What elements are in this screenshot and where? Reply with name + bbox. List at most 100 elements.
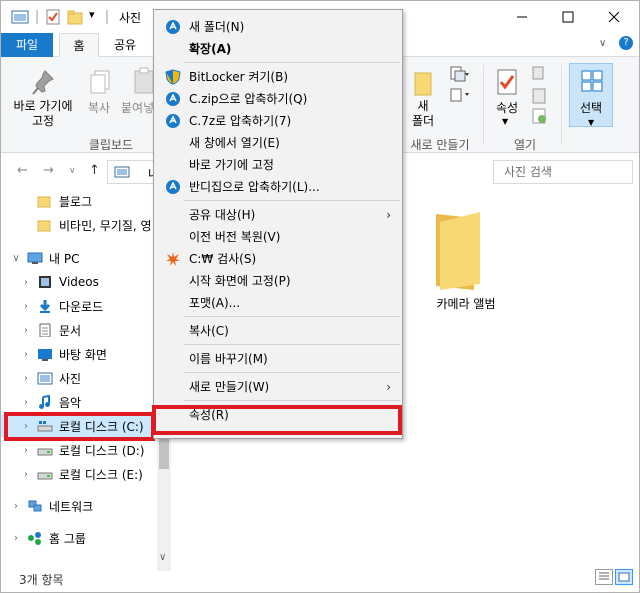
menu-item-label: 공유 대상(H) <box>189 208 256 222</box>
context-menu-item[interactable]: 복사(C) <box>155 320 401 342</box>
menu-item-label: 포맷(A)... <box>189 296 241 310</box>
menu-item-label: 새 창에서 열기(E) <box>189 136 280 150</box>
context-menu-item[interactable]: 새 폴더(N) <box>155 16 401 38</box>
expand-chevron-icon[interactable]: › <box>21 373 31 384</box>
open-group-icons[interactable] <box>531 65 553 131</box>
properties-quick-icon[interactable] <box>45 9 61 25</box>
tree-item-label: Videos <box>59 275 99 289</box>
tree-item[interactable]: › 음악 <box>1 391 157 413</box>
details-view-button[interactable] <box>595 569 613 585</box>
properties-icon <box>497 69 517 95</box>
submenu-arrow-icon: › <box>386 208 391 222</box>
help-icon[interactable]: ? <box>619 36 633 50</box>
cloud-icon <box>166 20 180 34</box>
close-icon <box>608 11 620 23</box>
large-icons-view-button[interactable] <box>615 569 633 585</box>
context-menu-item[interactable]: 공유 대상(H) › <box>155 204 401 226</box>
recent-locations-icon[interactable]: ∨ <box>69 166 76 176</box>
details-view-icon <box>599 572 609 580</box>
menu-item-label: 확장(A) <box>189 42 232 56</box>
expand-chevron-icon[interactable]: › <box>21 325 31 336</box>
tree-item[interactable]: › 로컬 디스크 (E:) <box>1 463 157 485</box>
new-item-icons[interactable] <box>449 65 473 105</box>
menu-item-label: 새 폴더(N) <box>189 20 245 34</box>
tab-file[interactable]: 파일 <box>1 33 53 57</box>
submenu-arrow-icon: › <box>386 380 391 394</box>
quick-access-dropdown-icon[interactable]: ▾ <box>89 8 95 21</box>
back-arrow-icon[interactable]: ← <box>17 163 28 178</box>
tree-item-label: 블로그 <box>59 194 93 209</box>
context-menu-item[interactable]: 새 창에서 열기(E) <box>155 132 401 154</box>
expand-chevron-icon[interactable]: › <box>21 445 31 456</box>
camera-album-folder-icon[interactable] <box>434 208 482 292</box>
folder-label[interactable]: 카메라 앨범 <box>401 295 531 312</box>
close-button[interactable] <box>591 1 637 33</box>
address-bar[interactable]: 내 <box>107 160 159 184</box>
expand-chevron-icon[interactable]: › <box>11 501 21 512</box>
tree-item[interactable]: › 다운로드 <box>1 295 157 317</box>
tree-item[interactable]: 블로그 <box>1 190 157 212</box>
drive-icon <box>37 448 53 456</box>
context-menu-item[interactable]: 바로 가기에 고정 <box>155 154 401 176</box>
drive-icon <box>37 472 53 480</box>
tree-item[interactable]: › 로컬 디스크 (D:) <box>1 439 157 461</box>
tree-item[interactable]: › 바탕 화면 <box>1 343 157 365</box>
context-menu-item[interactable]: C.zip으로 압축하기(Q) <box>155 88 401 110</box>
tree-item-label: 문서 <box>59 323 82 338</box>
select-button[interactable]: 선택 ▼ <box>569 63 613 127</box>
forward-arrow-icon[interactable]: → <box>43 163 54 178</box>
context-menu-item[interactable]: 포맷(A)... <box>155 292 401 314</box>
menu-item-label: 이전 버전 복원(V) <box>189 230 281 244</box>
context-menu-item[interactable]: 이름 바꾸기(M) <box>155 348 401 370</box>
tree-item[interactable]: ∨ 내 PC <box>1 247 157 269</box>
tree-item[interactable]: › Videos <box>1 271 157 293</box>
pin-button[interactable]: 바로 가기에 고정 <box>7 99 79 129</box>
context-menu-item[interactable]: BitLocker 켜기(B) <box>155 66 401 88</box>
menu-item-label: 바로 가기에 고정 <box>189 158 274 172</box>
context-menu-item[interactable]: 이전 버전 복원(V) <box>155 226 401 248</box>
expand-chevron-icon[interactable]: ∨ <box>11 253 21 264</box>
tree-item[interactable]: › 홈 그룹 <box>1 527 157 549</box>
context-menu-item[interactable]: 반디집으로 압축하기(L)... <box>155 176 401 198</box>
new-folder-button[interactable]: 새 폴더 <box>409 99 437 129</box>
ribbon-separator <box>483 65 484 145</box>
expand-chevron-icon[interactable]: › <box>21 469 31 480</box>
select-grid-icon <box>581 70 603 92</box>
network-icon <box>28 500 42 512</box>
tree-item[interactable]: › 네트워크 <box>1 495 157 517</box>
expand-chevron-icon[interactable]: › <box>21 397 31 408</box>
context-menu-item[interactable]: 시작 화면에 고정(P) <box>155 270 401 292</box>
select-dropdown-icon: ▼ <box>588 118 595 127</box>
maximize-button[interactable] <box>545 1 591 33</box>
expand-chevron-icon[interactable]: › <box>21 277 31 288</box>
properties-dropdown-icon[interactable]: ▼ <box>502 117 508 126</box>
scroll-down-icon[interactable]: ∨ <box>159 552 166 563</box>
title-separator <box>36 10 38 24</box>
collapse-ribbon-icon[interactable]: ∨ <box>599 38 606 49</box>
expand-chevron-icon[interactable]: › <box>21 301 31 312</box>
menu-item-label: 반디집으로 압축하기(L)... <box>189 180 320 194</box>
tree-item-label: 음악 <box>59 395 82 410</box>
context-menu-item[interactable]: C:₩ 검사(S) <box>155 248 401 270</box>
menu-item-label: 새로 만들기(W) <box>189 380 270 394</box>
expand-chevron-icon[interactable]: › <box>21 349 31 360</box>
tab-home[interactable]: 홈 <box>59 33 99 57</box>
properties-button[interactable]: 속성 <box>489 101 525 116</box>
context-menu-item[interactable]: 새로 만들기(W) › <box>155 376 401 398</box>
context-menu-item[interactable]: C.7z로 압축하기(7) <box>155 110 401 132</box>
search-input[interactable]: 사진 검색 <box>493 160 633 184</box>
up-arrow-icon[interactable]: ↑ <box>89 163 100 178</box>
expand-chevron-icon[interactable]: › <box>11 533 21 544</box>
tab-share[interactable]: 공유 <box>105 33 145 57</box>
new-folder-quick-icon[interactable] <box>67 9 83 25</box>
context-menu-item[interactable]: 확장(A) <box>155 38 401 60</box>
copy-button[interactable]: 복사 <box>81 101 117 116</box>
status-item-count: 3개 항목 <box>19 573 64 587</box>
copy-icon <box>90 70 110 94</box>
minimize-button[interactable] <box>499 1 545 33</box>
window-title: 사진 <box>119 11 142 25</box>
tree-item[interactable]: › 사진 <box>1 367 157 389</box>
tree-item[interactable]: 비타민, 무기질, 영 <box>1 214 157 236</box>
tree-item[interactable]: › 문서 <box>1 319 157 341</box>
explorer-app-icon <box>11 10 29 24</box>
